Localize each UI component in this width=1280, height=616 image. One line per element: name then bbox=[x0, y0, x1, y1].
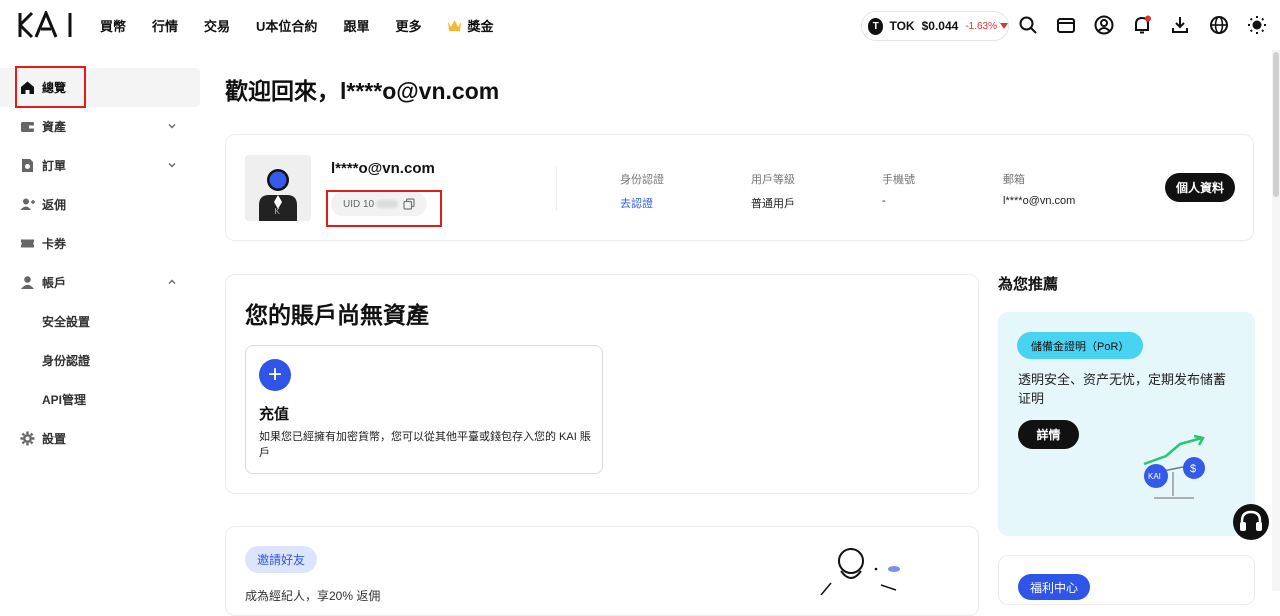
main-nav: 買幣 行情 交易 U本位合約 跟單 更多 獎金 bbox=[100, 0, 519, 50]
nav-markets[interactable]: 行情 bbox=[152, 16, 178, 35]
deposit-description: 如果您已經擁有加密貨幣，您可以從其他平臺或錢包存入您的 KAI 賬戶 bbox=[259, 431, 591, 459]
sidebar-item-coupons[interactable]: 卡券 bbox=[0, 224, 200, 263]
chevron-down-icon bbox=[168, 124, 176, 129]
search-icon[interactable] bbox=[1018, 15, 1038, 35]
profile-button[interactable]: 個人資料 bbox=[1165, 173, 1235, 202]
nav-trade[interactable]: 交易 bbox=[204, 16, 230, 35]
ticker-change: -1.63% bbox=[965, 20, 997, 32]
deposit-card[interactable]: + 充值 如果您已經擁有加密貨幣，您可以從其他平臺或錢包存入您的 KAI 賬戶 bbox=[245, 345, 603, 474]
top-bar: 買幣 行情 交易 U本位合約 跟單 更多 獎金 T TOK $0.044 -1.… bbox=[0, 0, 1280, 50]
sidebar: 總覽 資產 訂單 返佣 卡券 帳戶 安全設置 身份認證 API管理 設置 bbox=[0, 68, 200, 458]
info-identity: 身份認證 去認證 bbox=[620, 171, 664, 211]
wallet-icon[interactable] bbox=[1056, 15, 1076, 35]
plus-icon: + bbox=[259, 359, 291, 391]
invite-badge: 邀請好友 bbox=[245, 546, 318, 573]
assets-card: 您的賬戶尚無資產 + 充值 如果您已經擁有加密貨幣，您可以從其他平臺或錢包存入您… bbox=[225, 274, 979, 494]
globe-icon[interactable] bbox=[1209, 15, 1229, 35]
info-value: l****o@vn.com bbox=[1003, 195, 1076, 207]
nav-usdt-futures[interactable]: U本位合約 bbox=[256, 16, 317, 35]
sidebar-item-label: 帳戶 bbox=[42, 276, 67, 290]
nav-buy-crypto[interactable]: 買幣 bbox=[100, 16, 126, 35]
info-label: 手機號 bbox=[882, 174, 915, 186]
sidebar-item-label: 設置 bbox=[42, 432, 67, 446]
avatar[interactable]: K bbox=[245, 155, 311, 221]
chevron-up-icon bbox=[168, 279, 176, 284]
por-details-button[interactable]: 詳情 bbox=[1018, 420, 1079, 449]
sidebar-subitem-api[interactable]: API管理 bbox=[0, 380, 200, 419]
user-profile-icon[interactable] bbox=[1094, 15, 1114, 35]
tok-coin-icon: T bbox=[868, 17, 884, 35]
download-icon[interactable] bbox=[1170, 15, 1190, 35]
recommend-title: 為您推薦 bbox=[998, 276, 1059, 293]
sidebar-item-account[interactable]: 帳戶 bbox=[0, 263, 200, 302]
illus-kai-label: KAI bbox=[1148, 472, 1161, 481]
sidebar-item-rebate[interactable]: 返佣 bbox=[0, 185, 200, 224]
wallet-icon bbox=[21, 122, 34, 132]
notification-bell-icon[interactable] bbox=[1132, 15, 1152, 35]
assets-title: 您的賬戶尚無資產 bbox=[245, 302, 429, 328]
illus-dollar-label: $ bbox=[1190, 463, 1196, 475]
info-label: 身份認證 bbox=[620, 174, 664, 186]
crown-icon bbox=[448, 19, 462, 31]
divider bbox=[556, 167, 557, 211]
nav-more[interactable]: 更多 bbox=[395, 16, 421, 35]
page-title: 歡迎回來，l****o@vn.com bbox=[225, 78, 500, 104]
info-user-level: 用戶等級 普通用戶 bbox=[751, 171, 795, 211]
nav-reward-label: 獎金 bbox=[467, 18, 494, 34]
order-icon bbox=[22, 159, 33, 172]
theme-sun-icon[interactable] bbox=[1247, 15, 1267, 35]
sidebar-item-label: 卡券 bbox=[42, 237, 67, 251]
sidebar-item-label: 返佣 bbox=[42, 198, 67, 212]
sidebar-subitem-security[interactable]: 安全設置 bbox=[0, 302, 200, 341]
scrollbar-thumb[interactable] bbox=[1273, 52, 1279, 197]
verify-link[interactable]: 去認證 bbox=[620, 195, 664, 211]
invite-card: 邀請好友 成為經紀人，享20% 返佣 bbox=[225, 526, 979, 616]
info-value: 普通用戶 bbox=[751, 198, 795, 210]
sidebar-item-label: 訂單 bbox=[42, 159, 67, 173]
info-email: 郵箱 l****o@vn.com bbox=[1003, 171, 1075, 207]
welfare-card[interactable]: 福利中心 bbox=[998, 555, 1255, 605]
info-label: 郵箱 bbox=[1003, 174, 1025, 186]
ticket-icon bbox=[21, 239, 34, 248]
sidebar-item-assets[interactable]: 資產 bbox=[0, 107, 200, 146]
info-value: - bbox=[882, 195, 886, 207]
sidebar-item-orders[interactable]: 訂單 bbox=[0, 146, 200, 185]
tok-ticker[interactable]: T TOK $0.044 -1.63% bbox=[861, 11, 1009, 41]
highlight-box-overview bbox=[15, 66, 86, 108]
ticker-price: $0.044 bbox=[921, 19, 959, 33]
profile-username: l****o@vn.com bbox=[331, 160, 435, 177]
deposit-title: 充值 bbox=[259, 406, 290, 423]
sidebar-subitem-identity[interactable]: 身份認證 bbox=[0, 341, 200, 380]
kai-logo[interactable] bbox=[18, 11, 76, 39]
chevron-down-icon bbox=[168, 163, 176, 168]
info-phone: 手機號 - bbox=[882, 171, 915, 207]
user-icon bbox=[21, 276, 34, 289]
por-text: 透明安全、资产无忧，定期发布储蓄证明 bbox=[1018, 372, 1227, 406]
rebate-icon bbox=[20, 198, 35, 210]
headset-icon bbox=[1240, 510, 1262, 531]
sidebar-item-settings[interactable]: 設置 bbox=[0, 419, 200, 458]
gear-icon bbox=[20, 431, 35, 446]
sidebar-item-label: 資產 bbox=[42, 120, 67, 134]
reserve-illustration: KAI $ bbox=[1143, 434, 1205, 499]
info-label: 用戶等級 bbox=[751, 174, 795, 186]
por-card[interactable]: 儲備金證明（PoR） 透明安全、资产无忧，定期发布储蓄证明 詳情 KAI $ bbox=[998, 312, 1255, 536]
welfare-badge: 福利中心 bbox=[1018, 574, 1091, 600]
down-arrow-icon bbox=[1000, 23, 1008, 29]
por-badge: 儲備金證明（PoR） bbox=[1017, 332, 1144, 359]
referral-illustration bbox=[820, 548, 900, 595]
avatar-letter: K bbox=[275, 207, 281, 216]
avatar-image: K bbox=[245, 155, 311, 221]
invite-text: 成為經紀人，享20% 返佣 bbox=[245, 589, 381, 603]
ticker-symbol: TOK bbox=[889, 19, 915, 33]
nav-copy-trading[interactable]: 跟單 bbox=[343, 16, 369, 35]
customer-support-button[interactable] bbox=[1233, 504, 1269, 540]
highlight-box-uid bbox=[326, 190, 442, 227]
nav-reward[interactable]: 獎金 bbox=[447, 16, 493, 35]
